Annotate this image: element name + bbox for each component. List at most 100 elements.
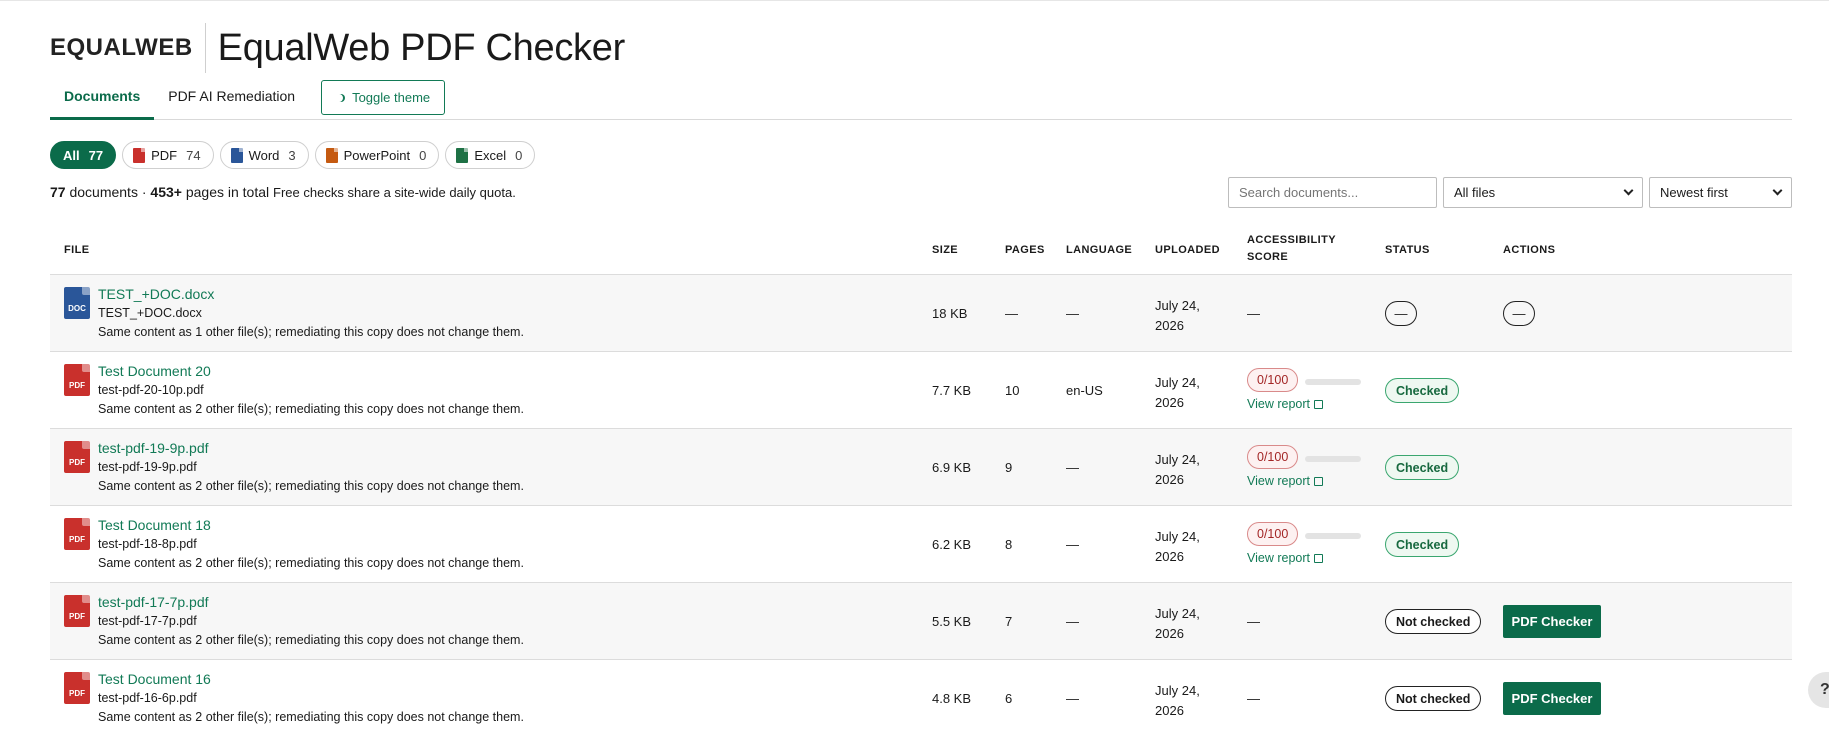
logo-text: EQUALWEB [50, 34, 193, 61]
uploaded-date-line2: 2026 [1155, 626, 1184, 641]
pdf-file-icon: PDF [64, 672, 90, 704]
top-border [0, 0, 1829, 1]
view-report-label: View report [1247, 397, 1310, 411]
score-cell: — [1247, 691, 1260, 706]
file-title-link[interactable]: Test Document 16 [98, 671, 211, 687]
filter-chip-excel[interactable]: Excel 0 [445, 141, 536, 169]
filter-chip-label: Excel [474, 147, 507, 163]
word-file-icon: DOC [64, 287, 90, 319]
pdf-checker-button[interactable]: PDF Checker [1503, 682, 1601, 715]
file-size: 4.8 KB [932, 691, 972, 706]
column-file[interactable]: FILE [64, 242, 89, 259]
score-progress-bar [1305, 379, 1361, 385]
external-link-icon [1314, 477, 1323, 486]
view-report-link[interactable]: View report [1247, 397, 1323, 411]
column-score-line2: SCORE [1247, 251, 1289, 263]
status-badge: Checked [1385, 455, 1460, 480]
file-size: 6.2 KB [932, 537, 972, 552]
file-title-link[interactable]: Test Document 20 [98, 363, 211, 379]
action-placeholder: — [1503, 301, 1535, 326]
sort-select[interactable]: Newest first [1649, 177, 1792, 208]
uploaded-date-line1: July 24, [1155, 375, 1200, 390]
uploaded-date-line2: 2026 [1155, 395, 1184, 410]
score-badge: 0/100 [1247, 368, 1299, 392]
filter-chip-count: 74 [186, 147, 201, 163]
duplicate-note: Same content as 2 other file(s); remedia… [98, 402, 524, 416]
table-row: PDF test-pdf-17-7p.pdf test-pdf-17-7p.pd… [50, 583, 1792, 660]
language-cell: en-US [1066, 383, 1103, 398]
page-count-cell: — [1005, 306, 1018, 321]
score-badge: 0/100 [1247, 445, 1299, 469]
filter-chip-count: 3 [288, 147, 296, 163]
filter-chip-pdf[interactable]: PDF 74 [122, 141, 214, 169]
file-title-link[interactable]: test-pdf-19-9p.pdf [98, 440, 209, 456]
language-cell: — [1066, 614, 1079, 629]
file-name: test-pdf-20-10p.pdf [98, 383, 204, 397]
uploaded-date: July 24, 2026 [1155, 681, 1200, 721]
column-actions: ACTIONS [1503, 244, 1556, 256]
duplicate-note: Same content as 2 other file(s); remedia… [98, 556, 524, 570]
column-score-line1: ACCESSIBILITY [1247, 234, 1336, 246]
page-count-cell: 7 [1005, 614, 1013, 629]
file-title-link[interactable]: Test Document 18 [98, 517, 211, 533]
uploaded-date-line2: 2026 [1155, 549, 1184, 564]
tab-pdf-ai-remediation[interactable]: PDF AI Remediation [154, 80, 309, 120]
uploaded-date: July 24, 2026 [1155, 296, 1200, 336]
pdf-file-icon: PDF [64, 364, 90, 396]
pdf-file-icon [133, 147, 146, 163]
toggle-theme-label: Toggle theme [352, 90, 431, 105]
column-accessibility-score[interactable]: ACCESSIBILITY SCORE [1247, 232, 1336, 266]
column-uploaded[interactable]: UPLOADED [1155, 242, 1220, 259]
status-badge: — [1385, 301, 1417, 326]
filter-chip-word[interactable]: Word 3 [219, 141, 309, 169]
toggle-theme-button[interactable]: Toggle theme [321, 80, 446, 115]
table-row: DOC TEST_+DOC.docx TEST_+DOC.docx Same c… [50, 275, 1792, 352]
uploaded-date-line2: 2026 [1155, 703, 1184, 718]
external-link-icon [1314, 400, 1323, 409]
language-cell: — [1066, 460, 1079, 475]
status-badge: Not checked [1385, 609, 1482, 634]
sort-value: Newest first [1660, 185, 1728, 200]
column-size[interactable]: SIZE [932, 242, 958, 259]
filter-chip-powerpoint[interactable]: PowerPoint 0 [314, 141, 440, 169]
pdf-file-icon: PDF [64, 595, 90, 627]
filter-chip-count: 0 [515, 147, 523, 163]
uploaded-date: July 24, 2026 [1155, 373, 1200, 413]
view-report-link[interactable]: View report [1247, 474, 1323, 488]
file-type-filters: All 77 PDF 74 Word 3 PowerPoint 0 Excel … [50, 141, 536, 169]
column-pages[interactable]: PAGES [1005, 242, 1045, 259]
file-name: TEST_+DOC.docx [98, 306, 202, 320]
table-header: FILE SIZE PAGES LANGUAGE UPLOADED ACCESS… [50, 224, 1792, 275]
column-status[interactable]: STATUS [1385, 242, 1430, 259]
chevron-down-icon [1772, 185, 1783, 196]
duplicate-note: Same content as 2 other file(s); remedia… [98, 479, 524, 493]
page-count-cell: 6 [1005, 691, 1013, 706]
page-count-cell: 10 [1005, 383, 1020, 398]
score-progress-bar [1305, 456, 1361, 462]
tab-documents[interactable]: Documents [50, 80, 155, 120]
filter-chip-count: 0 [419, 147, 427, 163]
excel-file-icon [456, 147, 469, 163]
chevron-down-icon [1623, 185, 1634, 196]
filter-chip-all[interactable]: All 77 [50, 141, 117, 169]
file-title-link[interactable]: test-pdf-17-7p.pdf [98, 594, 209, 610]
equalweb-logo[interactable]: EQUALWEB [50, 34, 193, 62]
doc-label: documents · [69, 184, 147, 200]
file-size: 5.5 KB [932, 614, 972, 629]
file-size: 18 KB [932, 306, 968, 321]
search-input[interactable] [1228, 177, 1437, 208]
doc-count: 77 [50, 184, 66, 200]
column-language[interactable]: LANGUAGE [1066, 242, 1132, 259]
help-button[interactable]: ? [1808, 672, 1829, 708]
file-size: 7.7 KB [932, 383, 972, 398]
quota-note: Free checks share a site-wide daily quot… [273, 185, 516, 200]
uploaded-date-line2: 2026 [1155, 472, 1184, 487]
pdf-checker-button[interactable]: PDF Checker [1503, 605, 1601, 638]
word-file-icon [230, 147, 243, 163]
file-title-link[interactable]: TEST_+DOC.docx [98, 286, 214, 302]
file-filter-select[interactable]: All files [1443, 177, 1643, 208]
view-report-link[interactable]: View report [1247, 551, 1323, 565]
duplicate-note: Same content as 1 other file(s); remedia… [98, 325, 524, 339]
status-badge: Checked [1385, 532, 1460, 557]
external-link-icon [1314, 554, 1323, 563]
